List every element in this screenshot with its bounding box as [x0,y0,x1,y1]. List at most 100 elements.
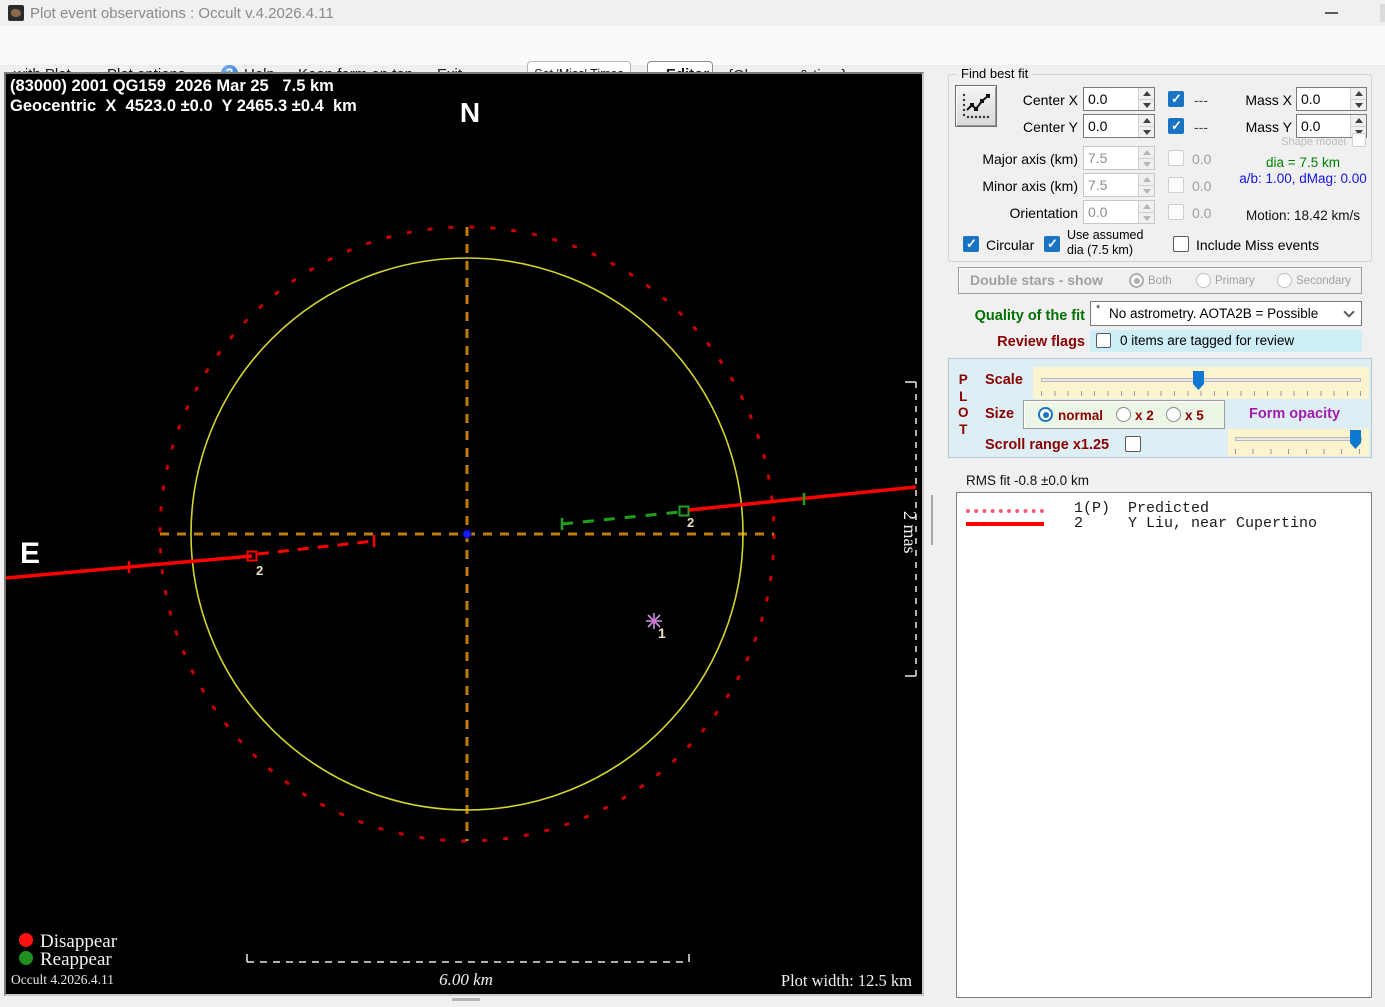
center-x-up[interactable] [1139,88,1154,99]
orientation-label: Orientation [1009,205,1078,221]
form-opacity-thumb[interactable] [1350,430,1361,449]
double-stars-panel: Double stars - show Both Primary Seconda… [958,267,1362,294]
quality-combobox[interactable]: * No astrometry. AOTA2B = Possible [1090,301,1362,326]
chevron-down-icon [1343,306,1355,318]
orientation-up [1139,201,1154,212]
review-flags-text: 0 items are tagged for review [1120,333,1295,348]
quality-dropdown-button[interactable] [1337,302,1361,325]
plot-width-label: Plot width: 12.5 km [781,971,912,990]
center-x-label: Center X [1022,92,1078,108]
mass-x-down[interactable] [1351,98,1366,110]
station2-label-right: 2 [687,515,694,530]
east-label: E [20,537,40,570]
plot-letter-l: L [959,388,968,404]
quality-flag: * [1096,303,1101,315]
form-opacity-slider[interactable] [1228,429,1369,456]
scale-bar-label: 6.00 km [439,970,493,989]
center-y-spinbox[interactable]: 0.0 [1083,114,1155,138]
double-stars-secondary-radio [1277,273,1292,288]
double-stars-both-radio [1129,273,1144,288]
scale-slider[interactable] [1033,367,1369,399]
orientation-spinbox: 0.0 [1083,200,1155,224]
station2-label-left: 2 [256,563,263,578]
shift-segment-red [257,539,375,556]
major-axis-checkbox [1168,150,1184,166]
mas-label: 2 mas [900,511,920,554]
mass-x-up[interactable] [1351,88,1366,99]
form-opacity-ticks [1235,449,1362,454]
orientation-down [1139,211,1154,223]
include-miss-label: Include Miss events [1196,237,1319,253]
size-x5-radio[interactable] [1166,407,1181,422]
center-y-checkbox[interactable] [1168,118,1184,134]
double-stars-secondary-label: Secondary [1296,275,1351,287]
include-miss-checkbox[interactable] [1173,236,1189,252]
plot-title-line1: (83000) 2001 QG159 2026 Mar 25 7.5 km [10,77,334,95]
center-x-dash: --- [1194,92,1208,108]
form-opacity-label: Form opacity [1249,406,1341,422]
resize-grip[interactable] [452,998,480,1001]
orientation-checkbox [1168,204,1184,220]
center-y-value[interactable]: 0.0 [1084,115,1138,137]
mass-x-spinbox[interactable]: 0.0 [1296,87,1367,111]
use-assumed-checkbox[interactable] [1044,236,1060,252]
dia-text: dia = 7.5 km [1266,155,1340,170]
center-x-checkbox[interactable] [1168,91,1184,107]
find-best-fit-button[interactable] [955,85,997,127]
ab-dmag-text: a/b: 1.00, dMag: 0.00 [1239,171,1367,186]
mass-y-label: Mass Y [1245,119,1292,135]
form-opacity-track[interactable] [1235,437,1362,441]
major-axis-down [1139,157,1154,169]
center-y-down[interactable] [1139,125,1154,137]
center-x-value[interactable]: 0.0 [1084,88,1138,110]
plot-svg: 2 2 1 (83000) 2001 QG159 2026 Mar 25 7.5… [5,77,920,990]
window-edge-button[interactable] [1380,4,1385,22]
star1-label: 1 [658,625,666,641]
observation-row-2-id[interactable]: 2 [1074,515,1083,532]
plot-vertical-label: P L O T [958,372,969,438]
size-x2-radio[interactable] [1116,407,1131,422]
quality-value: No astrometry. AOTA2B = Possible [1109,306,1319,321]
review-flags-checkbox[interactable] [1096,333,1111,348]
observation-row-2-name[interactable]: Y Liu, near Cupertino [1128,515,1317,532]
mass-x-value[interactable]: 0.0 [1297,88,1350,110]
observed-line-swatch [966,522,1044,526]
use-assumed-line2: dia (7.5 km) [1067,243,1133,257]
scale-slider-ticks [1041,391,1361,396]
major-axis-zero: 0.0 [1192,151,1212,167]
use-assumed-line1: Use assumed [1067,228,1144,242]
minor-axis-checkbox [1168,177,1184,193]
rms-fit-label: RMS fit -0.8 ±0.0 km [966,473,1089,488]
scroll-range-checkbox[interactable] [1125,436,1141,452]
center-x-down[interactable] [1139,98,1154,110]
orientation-value: 0.0 [1088,204,1108,220]
minimize-icon[interactable] [1325,12,1338,14]
center-x-spinbox[interactable]: 0.0 [1083,87,1155,111]
predicted-line-swatch [966,509,1044,513]
plot-canvas[interactable]: 2 2 1 (83000) 2001 QG159 2026 Mar 25 7.5… [4,72,924,996]
scroll-range-label: Scroll range x1.25 [985,437,1110,453]
circular-checkbox[interactable] [963,236,979,252]
mass-y-value[interactable]: 0.0 [1297,115,1350,137]
mass-y-up[interactable] [1351,115,1366,126]
plot-controls-panel: P L O T Scale Size normal x 2 x 5 Form o… [948,358,1372,458]
observations-listbox[interactable]: 1(P) Predicted 2 Y Liu, near Cupertino [956,492,1372,998]
predicted-star-center [651,618,657,624]
size-normal-radio[interactable] [1038,407,1053,422]
double-stars-primary-radio [1196,273,1211,288]
north-label: N [460,97,480,128]
center-point [462,529,472,539]
chord-observed-right [688,485,917,512]
minor-axis-label: Minor axis (km) [982,178,1078,194]
reappear-dot [19,951,33,965]
minor-axis-value: 7.5 [1088,177,1108,193]
splitter-handle[interactable] [931,495,933,545]
double-stars-primary-label: Primary [1215,275,1255,287]
center-y-dash: --- [1194,119,1208,135]
scale-slider-thumb[interactable] [1193,371,1204,390]
minor-axis-spinbox: 7.5 [1083,173,1155,197]
size-x2-label: x 2 [1135,408,1154,423]
double-stars-both-label: Both [1148,275,1172,287]
app-icon [8,5,24,21]
center-y-up[interactable] [1139,115,1154,126]
